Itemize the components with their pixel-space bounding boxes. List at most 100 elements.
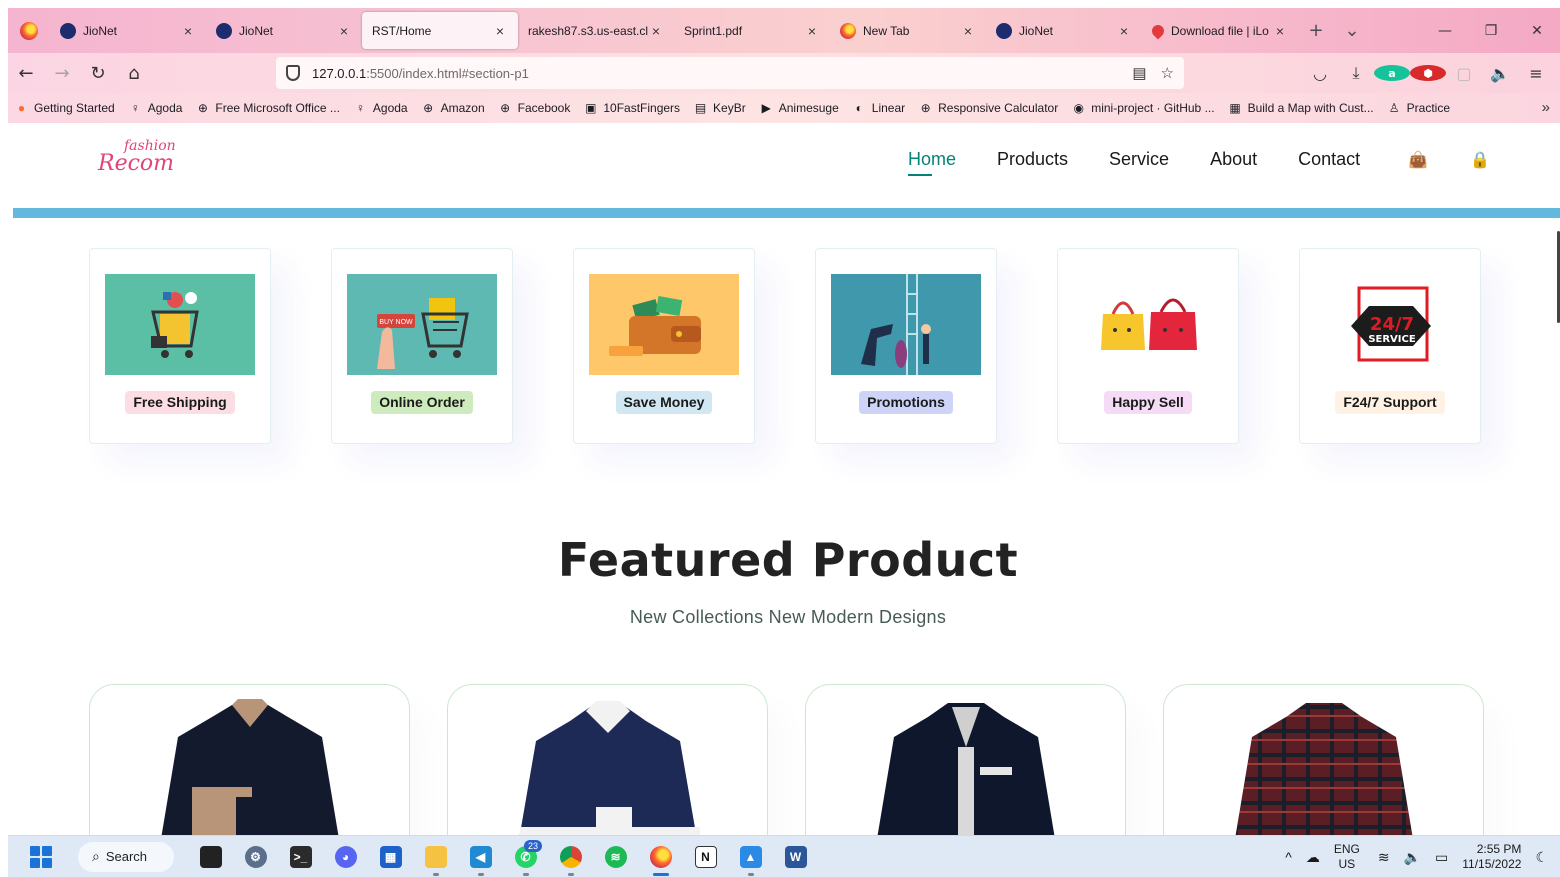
close-tab-icon[interactable]: × xyxy=(648,23,664,39)
wifi-icon[interactable]: ≋ xyxy=(1378,849,1390,866)
downloads-icon[interactable]: ⤓ xyxy=(1338,63,1374,83)
product-card[interactable] xyxy=(447,684,768,835)
bookmark-star-icon[interactable]: ☆ xyxy=(1161,64,1174,82)
nav-service[interactable]: Service xyxy=(1109,149,1169,170)
linear-icon: ◐ xyxy=(855,101,863,115)
close-tab-icon[interactable]: × xyxy=(1116,23,1132,39)
store-icon[interactable]: ▦ xyxy=(368,836,413,877)
onedrive-sync-icon[interactable]: ☁ xyxy=(1306,849,1320,866)
terminal-icon[interactable]: >_ xyxy=(278,836,323,877)
bookmark-item[interactable]: ● Getting Started xyxy=(14,101,115,116)
browser-tab[interactable]: New Tab × xyxy=(830,8,986,53)
pocket-icon[interactable]: ◡ xyxy=(1302,64,1338,83)
spotify-icon[interactable]: ≋ xyxy=(593,836,638,877)
close-tab-icon[interactable]: × xyxy=(960,23,976,39)
notification-icon[interactable]: ☾ xyxy=(1535,849,1548,866)
browser-tab[interactable]: Download file | iLo × xyxy=(1142,8,1298,53)
browser-tab[interactable]: Sprint1.pdf × xyxy=(674,8,830,53)
minimize-icon[interactable]: — xyxy=(1422,8,1468,53)
photos-icon[interactable]: ▲ xyxy=(728,836,773,877)
practice-icon: ♙ xyxy=(1388,101,1400,115)
bookmark-item[interactable]: ▣ 10FastFingers xyxy=(583,101,680,116)
shopping-bag-icon[interactable]: 👜 xyxy=(1408,150,1428,170)
feature-happy-sell[interactable]: Happy Sell xyxy=(1057,248,1239,444)
reload-button[interactable]: ↻ xyxy=(80,57,116,89)
close-tab-icon[interactable]: × xyxy=(492,23,508,39)
feature-free-shipping[interactable]: Free Shipping xyxy=(89,248,271,444)
chrome-icon[interactable] xyxy=(548,836,593,877)
input-language[interactable]: ENG US xyxy=(1334,842,1360,872)
nav-home[interactable]: Home xyxy=(907,149,956,176)
more-bookmarks-icon[interactable]: » xyxy=(1542,99,1550,116)
extension-generic-icon[interactable]: ▢ xyxy=(1446,64,1482,83)
feature-label: Free Shipping xyxy=(125,391,235,414)
list-all-tabs-button[interactable]: ⌄ xyxy=(1334,8,1370,53)
show-hidden-icons-icon[interactable]: ^ xyxy=(1285,849,1292,865)
settings-icon[interactable]: ⚙ xyxy=(233,836,278,877)
word-icon[interactable]: W xyxy=(773,836,818,877)
agoda-icon: ♀ xyxy=(130,101,140,115)
nav-contact[interactable]: Contact xyxy=(1298,149,1360,170)
firefox-view-button[interactable] xyxy=(8,8,50,53)
close-tab-icon[interactable]: × xyxy=(336,23,352,39)
header-divider xyxy=(13,208,1560,218)
bookmark-item[interactable]: ⊕ Amazon xyxy=(421,101,485,116)
url-bar[interactable]: 127.0.0.1:5500/index.html#section-p1 ▤ ☆ xyxy=(276,57,1184,186)
product-card[interactable] xyxy=(805,684,1126,835)
app-menu-icon[interactable]: ≡ xyxy=(1518,64,1554,83)
file-explorer-icon[interactable] xyxy=(413,836,458,877)
jio-icon xyxy=(60,22,76,39)
close-tab-icon[interactable]: × xyxy=(1272,23,1288,39)
bookmark-item[interactable]: ⊕ Responsive Calculator xyxy=(918,101,1059,116)
close-tab-icon[interactable]: × xyxy=(804,23,820,39)
product-card[interactable] xyxy=(89,684,410,835)
feature-promotions[interactable]: Promotions xyxy=(815,248,997,444)
clock[interactable]: 2:55 PM 11/15/2022 xyxy=(1462,842,1521,872)
site-logo[interactable]: fashion Recom xyxy=(98,139,176,175)
forward-button[interactable]: → xyxy=(44,57,80,89)
browser-tab[interactable]: JioNet × xyxy=(206,8,362,53)
back-button[interactable]: ← xyxy=(8,57,44,89)
extension-grammarly-icon[interactable]: a xyxy=(1374,65,1410,81)
bookmark-item[interactable]: ◉ mini-project · GitHub ... xyxy=(1071,101,1214,116)
feature-online-order[interactable]: BUY NOW Online Order xyxy=(331,248,513,444)
bookmark-item[interactable]: ♀ Agoda xyxy=(353,101,408,116)
browser-tab[interactable]: RST/Home × xyxy=(362,12,518,49)
close-window-icon[interactable]: ✕ xyxy=(1514,8,1560,53)
feature-support[interactable]: 24/7 SERVICE F24/7 Support xyxy=(1299,248,1481,444)
user-lock-icon[interactable]: 🔒 xyxy=(1470,150,1490,170)
speaker-icon[interactable]: 🔈 xyxy=(1482,64,1518,83)
tracking-protection-icon[interactable] xyxy=(286,65,300,81)
vscode-icon[interactable]: ◀ xyxy=(458,836,503,877)
browser-tab[interactable]: JioNet × xyxy=(50,8,206,53)
bookmark-item[interactable]: ▤ KeyBr xyxy=(693,101,746,116)
bookmark-item[interactable]: ◐ Linear xyxy=(852,101,905,116)
bookmark-item[interactable]: ♙ Practice xyxy=(1387,101,1450,116)
close-tab-icon[interactable]: × xyxy=(180,23,196,39)
browser-tab[interactable]: JioNet × xyxy=(986,8,1142,53)
bookmark-item[interactable]: ⊕ Free Microsoft Office ... xyxy=(195,101,340,116)
extension-ublock-icon[interactable]: ⬢ xyxy=(1410,65,1446,81)
home-button[interactable]: ⌂ xyxy=(116,57,152,89)
bookmark-item[interactable]: ▶ Animesuge xyxy=(759,101,839,116)
whatsapp-icon[interactable]: ✆ 23 xyxy=(503,836,548,877)
bookmark-item[interactable]: ♀ Agoda xyxy=(128,101,183,116)
notion-icon[interactable]: N xyxy=(683,836,728,877)
restore-icon[interactable]: ❐ xyxy=(1468,8,1514,53)
bookmark-item[interactable]: ⊕ Facebook xyxy=(498,101,570,116)
feature-save-money[interactable]: Save Money xyxy=(573,248,755,444)
reader-view-icon[interactable]: ▤ xyxy=(1132,64,1146,82)
windows-start-icon[interactable] xyxy=(30,845,52,868)
nav-about[interactable]: About xyxy=(1210,149,1257,170)
firefox-taskbar-icon[interactable] xyxy=(638,836,683,877)
task-view-icon[interactable] xyxy=(188,836,233,877)
taskbar-search[interactable]: ⌕ Search xyxy=(78,841,174,872)
battery-icon[interactable]: ▭ xyxy=(1435,849,1448,866)
discord-icon[interactable]: ◕ xyxy=(323,836,368,877)
nav-products[interactable]: Products xyxy=(997,149,1068,170)
browser-tab[interactable]: rakesh87.s3.us-east.clo × xyxy=(518,8,674,53)
bookmark-item[interactable]: ▦ Build a Map with Cust... xyxy=(1228,101,1373,116)
volume-icon[interactable]: 🔈 xyxy=(1404,849,1421,866)
new-tab-button[interactable]: + xyxy=(1298,8,1334,53)
product-card[interactable] xyxy=(1163,684,1484,835)
